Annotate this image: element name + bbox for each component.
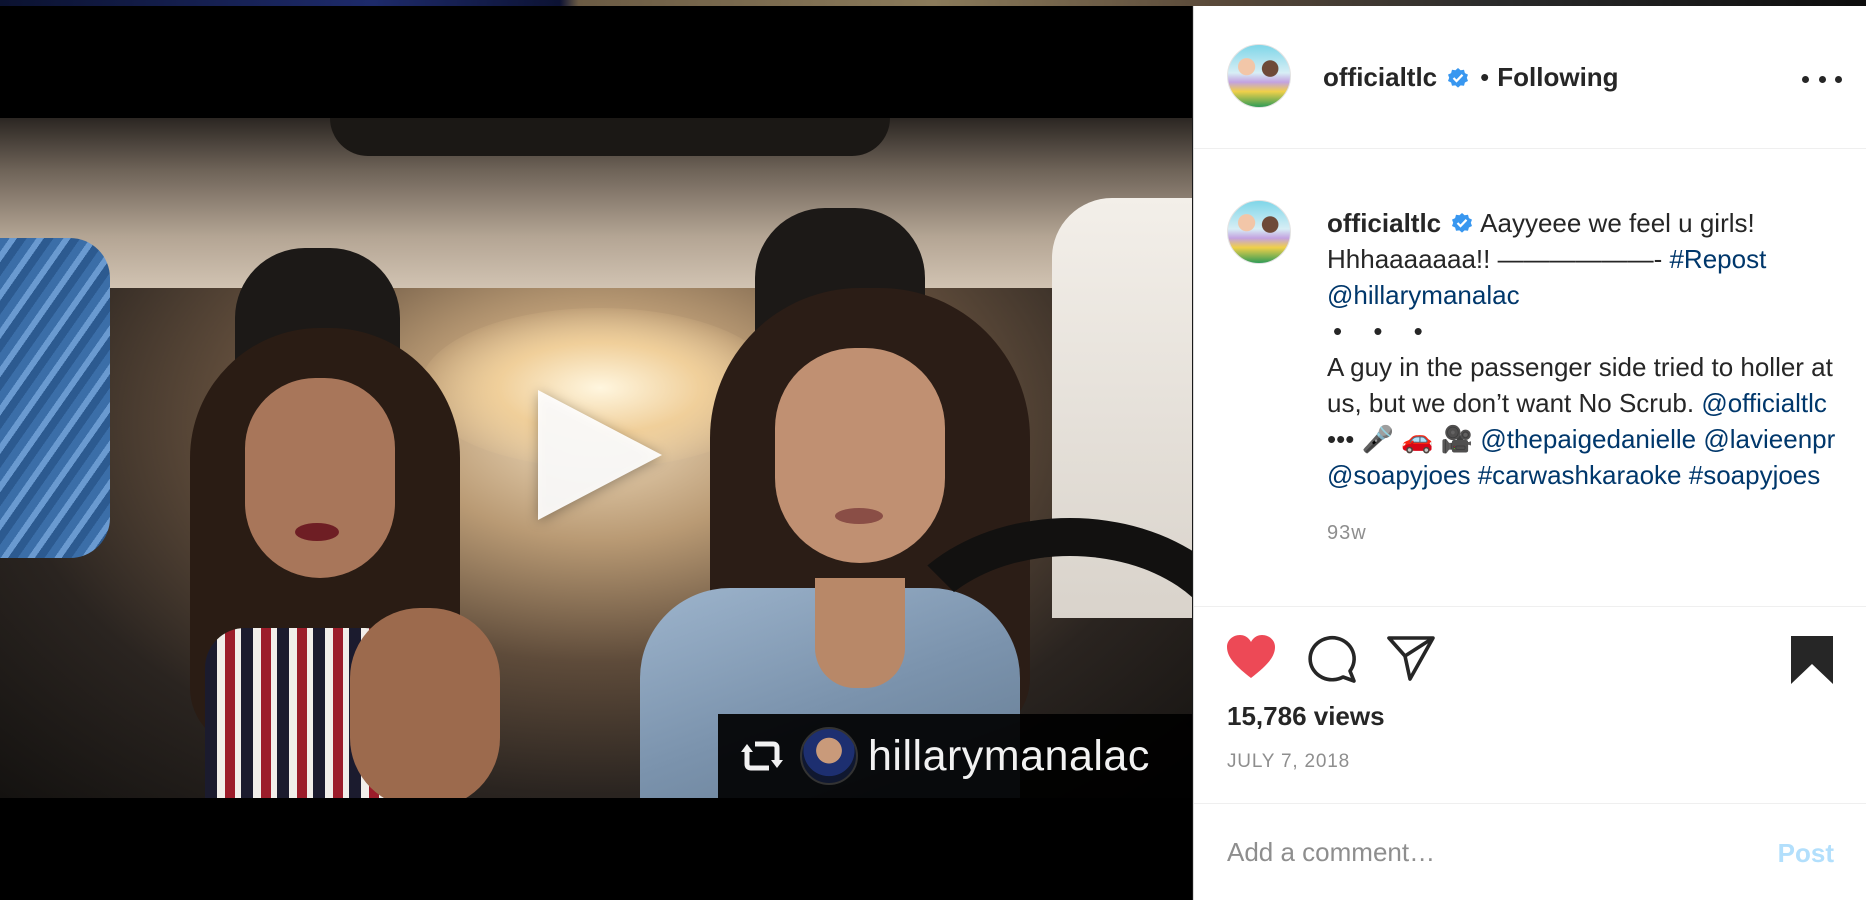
post-caption: officialtlc Aayyeee we feel u girls! Hhh…: [1194, 150, 1866, 605]
post-sidebar: officialtlc • Following officialtlc Aayy…: [1193, 6, 1866, 900]
mention-thepaigedanielle[interactable]: @thepaigedanielle: [1480, 424, 1696, 454]
separator-dot: •: [1480, 62, 1490, 92]
following-button[interactable]: Following: [1497, 62, 1618, 93]
caption-dots: • • •: [1333, 316, 1435, 346]
author-info: officialtlc • Following: [1323, 62, 1619, 93]
author-username[interactable]: officialtlc: [1323, 62, 1437, 93]
mention-soapyjoes[interactable]: @soapyjoes: [1327, 460, 1470, 490]
play-icon[interactable]: [538, 390, 662, 520]
caption-body: A guy in the passenger side tried to hol…: [1327, 349, 1857, 493]
car-window-left: [0, 238, 110, 558]
repost-icon: [738, 732, 786, 780]
post-actions: 15,786 views JULY 7, 2018: [1194, 606, 1866, 803]
mention-hillarymanalac[interactable]: @hillarymanalac: [1327, 280, 1520, 310]
caption-emojis: ••• 🎤 🚗 🎥: [1327, 424, 1474, 454]
post-comment-button[interactable]: Post: [1778, 838, 1834, 869]
caption-verified-badge-icon: [1450, 208, 1474, 233]
hashtag-carwashkaraoke[interactable]: #carwashkaraoke: [1478, 460, 1682, 490]
post-header: officialtlc • Following: [1194, 6, 1866, 149]
caption-age[interactable]: 93w: [1327, 515, 1857, 551]
comment-bar: Post: [1194, 803, 1866, 900]
mention-lavieenpr[interactable]: @lavieenpr: [1703, 424, 1835, 454]
video-player[interactable]: hillarymanalac: [0, 6, 1192, 900]
caption-text: officialtlc Aayyeee we feel u girls! Hhh…: [1327, 205, 1857, 551]
repost-watermark: hillarymanalac: [718, 714, 1192, 798]
view-count[interactable]: 15,786 views: [1227, 701, 1385, 732]
comment-icon[interactable]: [1306, 634, 1358, 689]
car-sunroof: [330, 118, 890, 156]
hashtag-repost[interactable]: #Repost: [1669, 244, 1766, 274]
more-options-icon[interactable]: [1802, 64, 1842, 94]
comment-input[interactable]: [1227, 832, 1727, 872]
passenger-person: [150, 328, 570, 798]
repost-username: hillarymanalac: [868, 731, 1150, 780]
heart-filled-icon[interactable]: [1225, 634, 1277, 685]
share-icon[interactable]: [1386, 634, 1436, 687]
hashtag-soapyjoes[interactable]: #soapyjoes: [1689, 460, 1821, 490]
author-avatar[interactable]: [1227, 44, 1291, 108]
caption-username[interactable]: officialtlc: [1327, 208, 1441, 238]
caption-author-avatar[interactable]: [1227, 200, 1291, 264]
post-date[interactable]: JULY 7, 2018: [1227, 751, 1350, 773]
bookmark-filled-icon[interactable]: [1789, 634, 1835, 691]
repost-avatar: [800, 727, 858, 785]
verified-badge-icon: [1446, 66, 1470, 90]
mention-officialtlc[interactable]: @officialtlc: [1701, 388, 1827, 418]
